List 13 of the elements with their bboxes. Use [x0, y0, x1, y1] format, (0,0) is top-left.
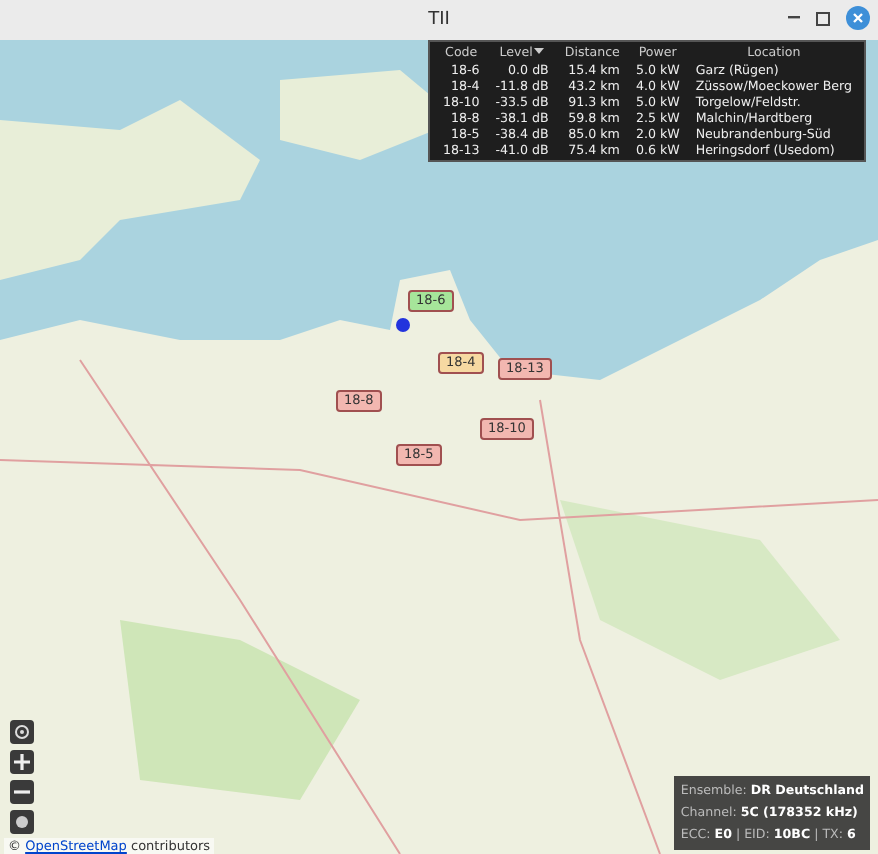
zoom-out-button[interactable] — [10, 780, 34, 804]
close-icon[interactable] — [846, 6, 870, 30]
window-title: TII — [428, 10, 450, 30]
zoom-in-button[interactable] — [10, 750, 34, 774]
minimize-icon[interactable] — [788, 16, 800, 20]
target-icon — [14, 724, 30, 740]
plus-icon — [14, 754, 30, 770]
center-button[interactable] — [10, 720, 34, 744]
maximize-icon[interactable] — [816, 11, 830, 25]
minus-icon — [14, 784, 30, 800]
locate-button[interactable] — [10, 810, 34, 834]
map-drawing[interactable] — [0, 40, 878, 854]
dot-icon — [14, 814, 30, 830]
